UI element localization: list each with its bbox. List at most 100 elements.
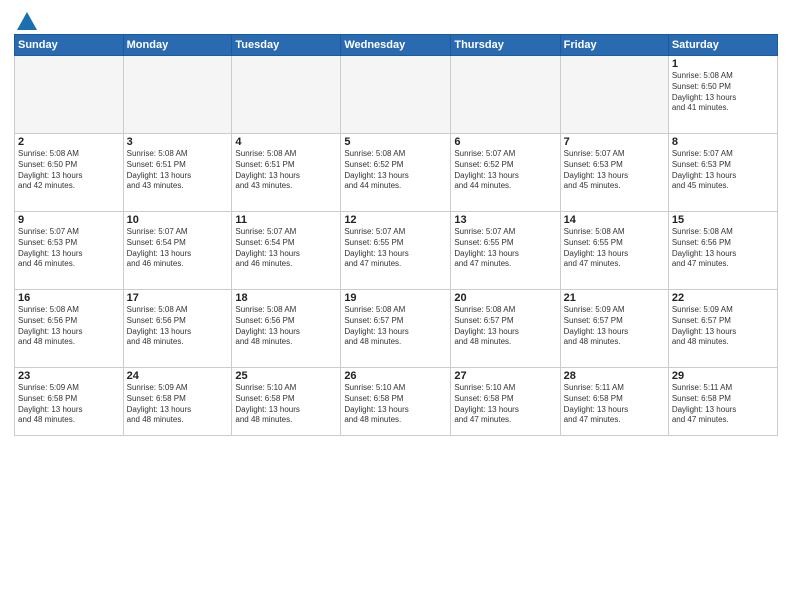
day-info: Sunrise: 5:08 AM Sunset: 6:56 PM Dayligh… [672,227,774,270]
day-info: Sunrise: 5:07 AM Sunset: 6:55 PM Dayligh… [454,227,556,270]
day-info: Sunrise: 5:07 AM Sunset: 6:55 PM Dayligh… [344,227,447,270]
calendar-day-cell: 27Sunrise: 5:10 AM Sunset: 6:58 PM Dayli… [451,368,560,436]
weekday-header-saturday: Saturday [668,35,777,56]
calendar-week-row: 2Sunrise: 5:08 AM Sunset: 6:50 PM Daylig… [15,134,778,212]
day-number: 5 [344,136,447,148]
calendar-day-cell: 19Sunrise: 5:08 AM Sunset: 6:57 PM Dayli… [341,290,451,368]
day-number: 26 [344,370,447,382]
weekday-header-monday: Monday [123,35,232,56]
calendar-day-cell: 5Sunrise: 5:08 AM Sunset: 6:52 PM Daylig… [341,134,451,212]
weekday-header-thursday: Thursday [451,35,560,56]
day-info: Sunrise: 5:07 AM Sunset: 6:52 PM Dayligh… [454,149,556,192]
day-info: Sunrise: 5:08 AM Sunset: 6:57 PM Dayligh… [344,305,447,348]
weekday-header-wednesday: Wednesday [341,35,451,56]
header [14,10,778,28]
calendar-day-cell: 4Sunrise: 5:08 AM Sunset: 6:51 PM Daylig… [232,134,341,212]
day-info: Sunrise: 5:11 AM Sunset: 6:58 PM Dayligh… [672,383,774,426]
day-info: Sunrise: 5:08 AM Sunset: 6:56 PM Dayligh… [127,305,229,348]
day-number: 1 [672,58,774,70]
day-info: Sunrise: 5:08 AM Sunset: 6:57 PM Dayligh… [454,305,556,348]
calendar-day-cell [15,56,124,134]
day-info: Sunrise: 5:09 AM Sunset: 6:58 PM Dayligh… [18,383,120,426]
calendar-day-cell: 22Sunrise: 5:09 AM Sunset: 6:57 PM Dayli… [668,290,777,368]
calendar-day-cell: 7Sunrise: 5:07 AM Sunset: 6:53 PM Daylig… [560,134,668,212]
day-number: 16 [18,292,120,304]
calendar-week-row: 1Sunrise: 5:08 AM Sunset: 6:50 PM Daylig… [15,56,778,134]
day-number: 22 [672,292,774,304]
day-info: Sunrise: 5:10 AM Sunset: 6:58 PM Dayligh… [454,383,556,426]
calendar-day-cell [560,56,668,134]
day-number: 13 [454,214,556,226]
calendar-week-row: 16Sunrise: 5:08 AM Sunset: 6:56 PM Dayli… [15,290,778,368]
day-number: 27 [454,370,556,382]
day-number: 7 [564,136,665,148]
logo-triangle-icon [17,12,37,30]
day-number: 12 [344,214,447,226]
calendar-day-cell: 13Sunrise: 5:07 AM Sunset: 6:55 PM Dayli… [451,212,560,290]
day-info: Sunrise: 5:07 AM Sunset: 6:53 PM Dayligh… [18,227,120,270]
day-info: Sunrise: 5:08 AM Sunset: 6:50 PM Dayligh… [18,149,120,192]
calendar-day-cell: 1Sunrise: 5:08 AM Sunset: 6:50 PM Daylig… [668,56,777,134]
calendar-day-cell: 20Sunrise: 5:08 AM Sunset: 6:57 PM Dayli… [451,290,560,368]
calendar-day-cell: 2Sunrise: 5:08 AM Sunset: 6:50 PM Daylig… [15,134,124,212]
day-number: 18 [235,292,337,304]
day-info: Sunrise: 5:08 AM Sunset: 6:55 PM Dayligh… [564,227,665,270]
day-number: 23 [18,370,120,382]
day-number: 20 [454,292,556,304]
calendar-day-cell: 28Sunrise: 5:11 AM Sunset: 6:58 PM Dayli… [560,368,668,436]
day-number: 21 [564,292,665,304]
day-info: Sunrise: 5:11 AM Sunset: 6:58 PM Dayligh… [564,383,665,426]
day-number: 11 [235,214,337,226]
day-info: Sunrise: 5:07 AM Sunset: 6:53 PM Dayligh… [564,149,665,192]
day-number: 10 [127,214,229,226]
day-info: Sunrise: 5:09 AM Sunset: 6:57 PM Dayligh… [672,305,774,348]
calendar-day-cell: 10Sunrise: 5:07 AM Sunset: 6:54 PM Dayli… [123,212,232,290]
calendar-day-cell: 8Sunrise: 5:07 AM Sunset: 6:53 PM Daylig… [668,134,777,212]
calendar-day-cell: 17Sunrise: 5:08 AM Sunset: 6:56 PM Dayli… [123,290,232,368]
calendar-day-cell: 24Sunrise: 5:09 AM Sunset: 6:58 PM Dayli… [123,368,232,436]
calendar-day-cell: 29Sunrise: 5:11 AM Sunset: 6:58 PM Dayli… [668,368,777,436]
day-info: Sunrise: 5:09 AM Sunset: 6:58 PM Dayligh… [127,383,229,426]
day-number: 3 [127,136,229,148]
day-number: 29 [672,370,774,382]
day-info: Sunrise: 5:07 AM Sunset: 6:54 PM Dayligh… [235,227,337,270]
day-info: Sunrise: 5:07 AM Sunset: 6:54 PM Dayligh… [127,227,229,270]
calendar-day-cell [232,56,341,134]
calendar-day-cell: 11Sunrise: 5:07 AM Sunset: 6:54 PM Dayli… [232,212,341,290]
calendar-day-cell: 26Sunrise: 5:10 AM Sunset: 6:58 PM Dayli… [341,368,451,436]
calendar-table: SundayMondayTuesdayWednesdayThursdayFrid… [14,34,778,436]
day-info: Sunrise: 5:10 AM Sunset: 6:58 PM Dayligh… [235,383,337,426]
calendar-week-row: 9Sunrise: 5:07 AM Sunset: 6:53 PM Daylig… [15,212,778,290]
calendar-day-cell [123,56,232,134]
day-info: Sunrise: 5:09 AM Sunset: 6:57 PM Dayligh… [564,305,665,348]
calendar-day-cell: 25Sunrise: 5:10 AM Sunset: 6:58 PM Dayli… [232,368,341,436]
day-number: 28 [564,370,665,382]
day-number: 8 [672,136,774,148]
day-info: Sunrise: 5:08 AM Sunset: 6:50 PM Dayligh… [672,71,774,114]
calendar-day-cell [451,56,560,134]
day-info: Sunrise: 5:10 AM Sunset: 6:58 PM Dayligh… [344,383,447,426]
day-info: Sunrise: 5:08 AM Sunset: 6:51 PM Dayligh… [127,149,229,192]
calendar-day-cell: 9Sunrise: 5:07 AM Sunset: 6:53 PM Daylig… [15,212,124,290]
day-number: 14 [564,214,665,226]
calendar-day-cell: 21Sunrise: 5:09 AM Sunset: 6:57 PM Dayli… [560,290,668,368]
page: SundayMondayTuesdayWednesdayThursdayFrid… [0,0,792,612]
calendar-day-cell: 18Sunrise: 5:08 AM Sunset: 6:56 PM Dayli… [232,290,341,368]
weekday-header-tuesday: Tuesday [232,35,341,56]
calendar-day-cell: 23Sunrise: 5:09 AM Sunset: 6:58 PM Dayli… [15,368,124,436]
day-number: 15 [672,214,774,226]
day-info: Sunrise: 5:08 AM Sunset: 6:56 PM Dayligh… [235,305,337,348]
calendar-week-row: 23Sunrise: 5:09 AM Sunset: 6:58 PM Dayli… [15,368,778,436]
calendar-day-cell: 6Sunrise: 5:07 AM Sunset: 6:52 PM Daylig… [451,134,560,212]
calendar-header-row: SundayMondayTuesdayWednesdayThursdayFrid… [15,35,778,56]
day-info: Sunrise: 5:07 AM Sunset: 6:53 PM Dayligh… [672,149,774,192]
day-info: Sunrise: 5:08 AM Sunset: 6:56 PM Dayligh… [18,305,120,348]
day-number: 24 [127,370,229,382]
day-number: 6 [454,136,556,148]
calendar-day-cell: 16Sunrise: 5:08 AM Sunset: 6:56 PM Dayli… [15,290,124,368]
day-number: 2 [18,136,120,148]
day-number: 9 [18,214,120,226]
day-info: Sunrise: 5:08 AM Sunset: 6:52 PM Dayligh… [344,149,447,192]
calendar-day-cell: 14Sunrise: 5:08 AM Sunset: 6:55 PM Dayli… [560,212,668,290]
weekday-header-sunday: Sunday [15,35,124,56]
